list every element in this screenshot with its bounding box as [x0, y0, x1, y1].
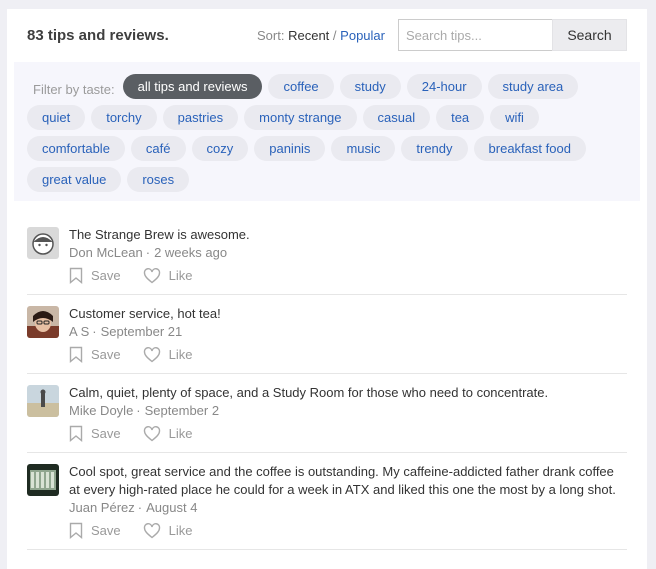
taste-filters: Filter by taste: all tips and reviews cof…	[14, 62, 640, 201]
tip-actions: Save Like	[69, 425, 627, 442]
like-label: Like	[168, 523, 193, 538]
filter-tag[interactable]: cozy	[191, 136, 249, 161]
tip-meta: Don McLean · 2 weeks ago	[69, 244, 627, 262]
filter-tag[interactable]: great value	[27, 167, 122, 192]
heart-icon	[143, 425, 160, 441]
tip-item: Cool spot, great service and the coffee …	[27, 453, 627, 550]
tag-list: Filter by taste: all tips and reviews cof…	[27, 74, 627, 198]
filter-tag[interactable]: 24-hour	[406, 74, 482, 99]
filter-tag[interactable]: café	[130, 136, 186, 161]
avatar[interactable]	[27, 385, 59, 417]
tip-actions: Save Like	[69, 522, 627, 539]
tip-author[interactable]: Juan Pérez	[69, 500, 135, 515]
sort-popular-link[interactable]: Popular	[340, 28, 385, 43]
filter-tag[interactable]: torchy	[91, 105, 157, 130]
bookmark-icon	[69, 522, 83, 539]
meta-separator: ·	[145, 245, 151, 260]
filter-tag[interactable]: casual	[362, 105, 431, 130]
filter-tag[interactable]: monty strange	[244, 105, 357, 130]
save-button[interactable]: Save	[69, 346, 121, 363]
tip-body: Cool spot, great service and the coffee …	[69, 463, 627, 539]
tip-author[interactable]: Don McLean	[69, 245, 143, 260]
tip-item: The Strange Brew is awesome. Don McLean · 2…	[27, 216, 627, 295]
filter-tag[interactable]: breakfast food	[473, 136, 586, 161]
like-button[interactable]: Like	[143, 522, 193, 539]
tip-actions: Save Like	[69, 346, 627, 363]
like-label: Like	[168, 347, 193, 362]
sort-control: Sort: Recent / Popular	[257, 28, 385, 43]
tips-header: 83 tips and reviews. Sort: Recent / Popu…	[7, 9, 647, 62]
tip-actions: Save Like	[69, 267, 627, 284]
avatar[interactable]	[27, 306, 59, 338]
like-button[interactable]: Like	[143, 425, 193, 442]
meta-separator: ·	[136, 403, 141, 418]
tip-body: The Strange Brew is awesome. Don McLean · 2…	[69, 226, 627, 284]
filter-tag[interactable]: tea	[436, 105, 485, 130]
heart-icon	[143, 267, 160, 283]
like-button[interactable]: Like	[143, 346, 193, 363]
tip-date: 2 weeks ago	[154, 245, 228, 260]
tips-count: 83 tips and reviews.	[27, 27, 169, 44]
like-button[interactable]: Like	[143, 267, 193, 284]
tip-item: Customer service, hot tea! A S · September …	[27, 295, 627, 374]
meta-separator: ·	[92, 324, 97, 339]
tip-author[interactable]: Mike Doyle	[69, 403, 133, 418]
tips-search: Search	[398, 19, 627, 51]
tip-text: Calm, quiet, plenty of space, and a Stud…	[69, 385, 549, 400]
filter-label: Filter by taste:	[33, 82, 115, 97]
tip-body: Calm, quiet, plenty of space, and a Stud…	[69, 384, 627, 442]
tip-body: Customer service, hot tea! A S · September …	[69, 305, 627, 363]
save-label: Save	[91, 268, 121, 283]
filter-tag[interactable]: pastries	[162, 105, 239, 130]
like-label: Like	[168, 426, 193, 441]
like-label: Like	[168, 268, 193, 283]
save-label: Save	[91, 426, 121, 441]
tip-text: Customer service, hot tea!	[69, 306, 221, 321]
avatar[interactable]	[27, 227, 59, 259]
save-button[interactable]: Save	[69, 267, 121, 284]
save-button[interactable]: Save	[69, 425, 121, 442]
save-button[interactable]: Save	[69, 522, 121, 539]
tip-date: September 21	[100, 324, 183, 339]
tips-list: The Strange Brew is awesome. Don McLean · 2…	[27, 216, 627, 550]
search-tips-input[interactable]	[398, 19, 552, 51]
bookmark-icon	[69, 425, 83, 442]
search-button[interactable]: Search	[552, 19, 627, 51]
sort-recent[interactable]: Recent	[288, 28, 329, 43]
tip-text: Cool spot, great service and the coffee …	[69, 464, 616, 497]
filter-tag[interactable]: trendy	[401, 136, 468, 161]
tip-date: September 2	[144, 403, 220, 418]
tip-author[interactable]: A S	[69, 324, 89, 339]
tips-panel: 83 tips and reviews. Sort: Recent / Popu…	[7, 9, 647, 569]
save-label: Save	[91, 523, 121, 538]
bookmark-icon	[69, 267, 83, 284]
filter-tag[interactable]: quiet	[27, 105, 86, 130]
filter-tag[interactable]: comfortable	[27, 136, 125, 161]
tip-meta: A S · September 21	[69, 323, 627, 341]
filter-tag[interactable]: paninis	[254, 136, 326, 161]
filter-tag[interactable]: all tips and reviews	[122, 74, 263, 99]
tip-meta: Juan Pérez · August 4	[69, 499, 627, 517]
save-label: Save	[91, 347, 121, 362]
filter-tag[interactable]: wifi	[490, 105, 539, 130]
tip-item: Calm, quiet, plenty of space, and a Stud…	[27, 374, 627, 453]
filter-tag[interactable]: study	[339, 74, 401, 99]
tip-meta: Mike Doyle · September 2	[69, 402, 627, 420]
filter-tag[interactable]: study area	[487, 74, 579, 99]
heart-icon	[143, 522, 160, 538]
filter-tag[interactable]: coffee	[268, 74, 334, 99]
tip-text: The Strange Brew is awesome.	[69, 227, 250, 242]
bookmark-icon	[69, 346, 83, 363]
sort-separator: /	[332, 28, 337, 43]
sort-label: Sort:	[257, 28, 285, 43]
avatar[interactable]	[27, 464, 59, 496]
filter-tag[interactable]: music	[331, 136, 396, 161]
meta-separator: ·	[137, 500, 143, 515]
heart-icon	[143, 346, 160, 362]
tip-date: August 4	[146, 500, 198, 515]
filter-tag[interactable]: roses	[127, 167, 190, 192]
